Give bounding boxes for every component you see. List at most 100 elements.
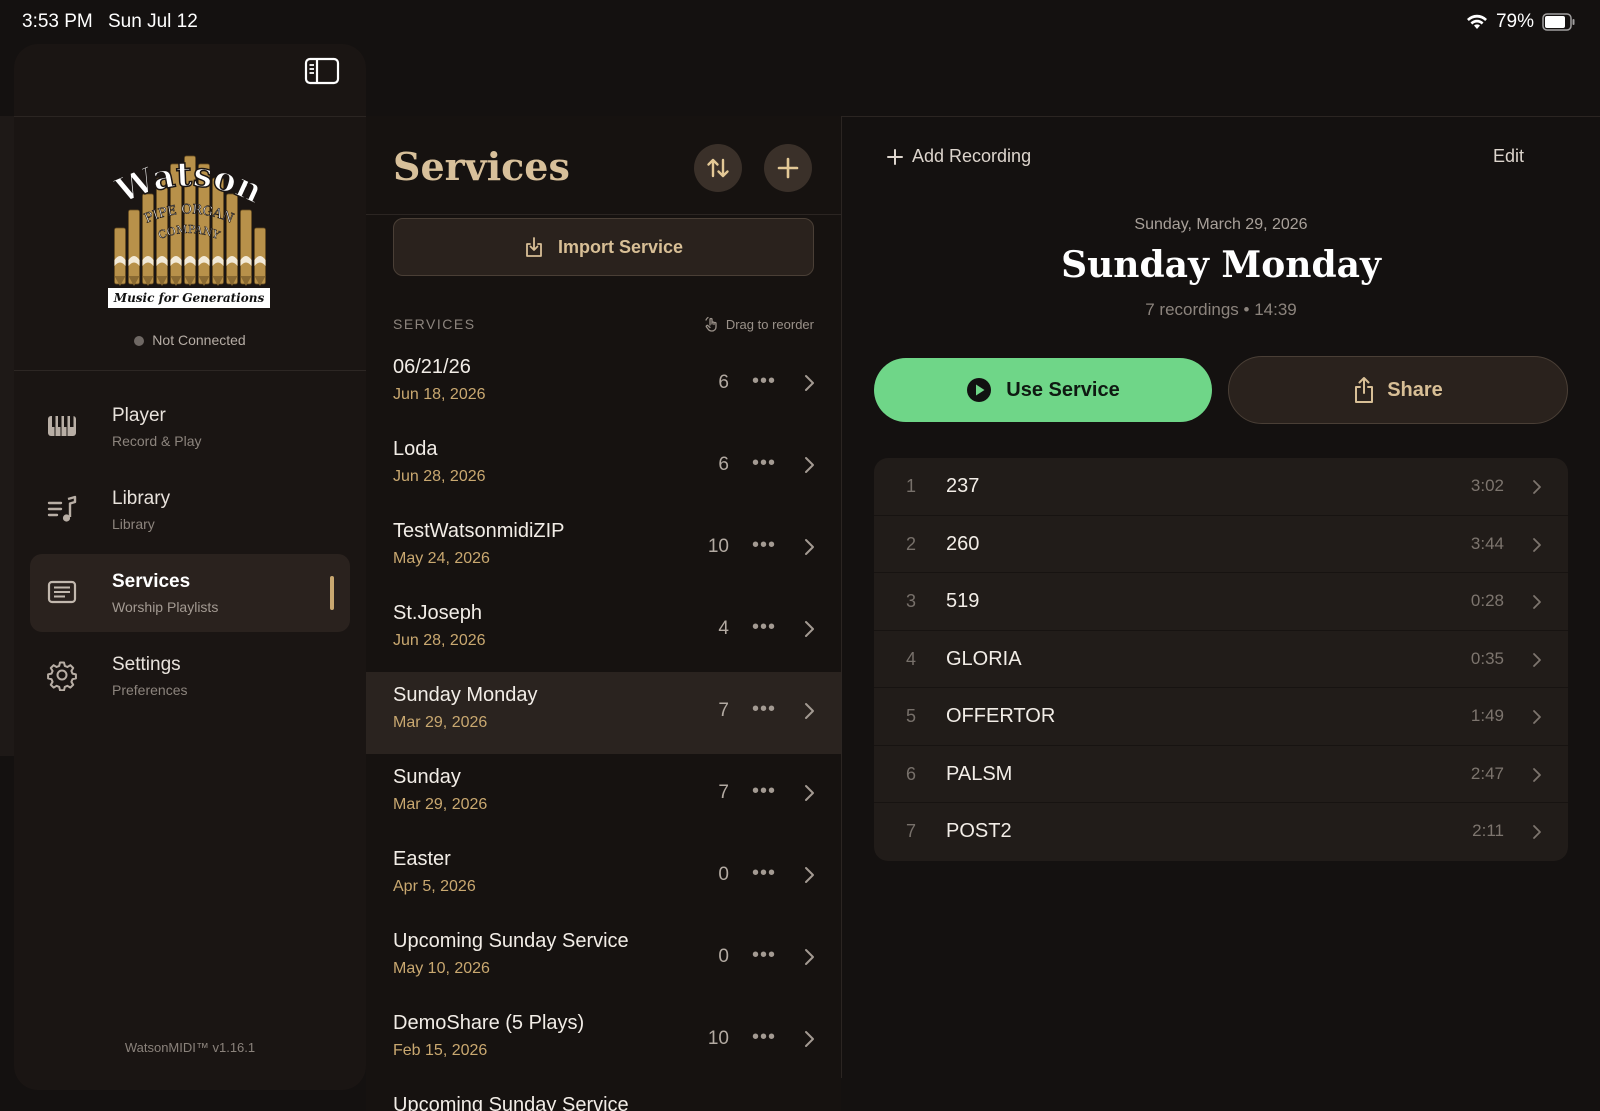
sidebar-item-subtitle: Record & Play: [112, 433, 202, 449]
logo-pipe: [240, 209, 252, 285]
service-name: Sunday Monday: [393, 684, 538, 706]
service-meta: 7 recordings • 14:39: [1145, 300, 1297, 319]
more-options-button[interactable]: •••: [752, 616, 776, 639]
track-number: 3: [906, 591, 917, 611]
more-options-button[interactable]: •••: [752, 944, 776, 967]
table-row[interactable]: 3 519 0:28: [874, 573, 1568, 631]
recording-count: 6: [718, 372, 729, 393]
more-options-button[interactable]: •••: [752, 698, 776, 721]
service-date: Jun 28, 2026: [393, 632, 486, 649]
plus-icon: [887, 148, 903, 165]
service-date: May 10, 2026: [393, 960, 490, 977]
service-name: 06/21/26: [393, 356, 471, 378]
use-service-button[interactable]: Use Service: [874, 358, 1212, 422]
track-number: 2: [906, 533, 917, 554]
service-name: Upcoming Sunday Service: [393, 1094, 629, 1111]
more-options-button[interactable]: •••: [752, 370, 776, 393]
status-date: Sun Jul 12: [108, 11, 198, 32]
table-row[interactable]: 4 GLORIA 0:35: [874, 631, 1568, 688]
more-options-button[interactable]: •••: [752, 862, 776, 885]
recording-count: 10: [707, 1028, 729, 1049]
chevron-right-icon: [1533, 710, 1541, 724]
chevron-right-icon: [805, 785, 814, 801]
sidebar-item-settings[interactable]: Settings Preferences: [30, 637, 350, 715]
sidebar: Watson PIPE ORGAN COMPANY Music for Gene…: [14, 44, 366, 1090]
more-options-button[interactable]: •••: [752, 780, 776, 803]
sort-button[interactable]: [694, 144, 742, 192]
import-icon: [526, 237, 542, 257]
sidebar-toggle-icon: [304, 57, 340, 85]
sidebar-divider: [14, 370, 366, 371]
table-row[interactable]: 5 OFFERTOR 1:49: [874, 688, 1568, 746]
use-service-label: Use Service: [1006, 378, 1120, 401]
list-item[interactable]: 06/21/26 Jun 18, 2026 6 •••: [366, 344, 841, 426]
list-item[interactable]: Sunday Mar 29, 2026 7 •••: [366, 754, 841, 836]
sidebar-item-player[interactable]: Player Record & Play: [30, 388, 350, 466]
chevron-right-icon: [1533, 537, 1541, 552]
sidebar-nav: Player Record & Play Library Library Ser…: [30, 388, 350, 720]
share-button[interactable]: Share: [1228, 356, 1568, 424]
list-item[interactable]: DemoShare (5 Plays) Feb 15, 2026 10 •••: [366, 1000, 841, 1082]
list-item[interactable]: TestWatsonmidiZIP May 24, 2026 10 •••: [366, 508, 841, 590]
chevron-right-icon: [805, 949, 814, 965]
list-item[interactable]: St.Joseph Jun 28, 2026 4 •••: [366, 590, 841, 672]
table-row[interactable]: 2 260 3:44: [874, 516, 1568, 573]
table-row[interactable]: 1 237 3:02: [874, 458, 1568, 516]
service-date: Apr 5, 2026: [393, 878, 476, 895]
recording-count: 4: [718, 618, 729, 639]
list-item[interactable]: Upcoming Sunday Service May 10, 2026 0 •…: [366, 918, 841, 1000]
app-version: WatsonMIDI™ v1.16.1: [124, 1040, 256, 1055]
sort-arrows-icon: [707, 158, 729, 178]
add-recording-button[interactable]: Add Recording: [886, 146, 1031, 167]
track-name: PALSM: [946, 762, 1013, 785]
sidebar-top-divider: [14, 116, 366, 117]
page-title: Services: [393, 144, 570, 189]
connection-dot-icon: [134, 336, 145, 346]
gear-icon: [47, 661, 77, 691]
track-number: 6: [906, 763, 917, 784]
track-duration: 2:11: [1472, 821, 1504, 840]
recording-count: 7: [718, 700, 729, 721]
more-options-button[interactable]: •••: [752, 452, 776, 475]
service-name: Easter: [393, 848, 451, 870]
more-options-button[interactable]: •••: [752, 534, 776, 557]
recording-count: 6: [718, 454, 729, 475]
edit-button[interactable]: Edit: [1493, 146, 1524, 167]
list-item[interactable]: Easter Apr 5, 2026 0 •••: [366, 836, 841, 918]
service-date: Mar 29, 2026: [393, 796, 488, 813]
sidebar-item-services[interactable]: Services Worship Playlists: [30, 554, 350, 632]
service-name: Upcoming Sunday Service: [393, 930, 629, 952]
recording-count: 0: [718, 864, 729, 885]
table-row[interactable]: 7 POST2 2:11: [874, 803, 1568, 861]
sidebar-item-subtitle: Library: [112, 516, 155, 532]
chevron-right-icon: [805, 703, 814, 719]
list-item[interactable]: Loda Jun 28, 2026 6 •••: [366, 426, 841, 508]
service-date: Jun 28, 2026: [393, 468, 486, 485]
add-service-button[interactable]: [764, 144, 812, 192]
track-duration: 3:44: [1470, 533, 1504, 553]
list-item-partial[interactable]: Upcoming Sunday Service: [366, 1082, 841, 1111]
table-row[interactable]: 6 PALSM 2:47: [874, 746, 1568, 803]
track-name: 237: [946, 475, 980, 497]
chevron-right-icon: [1533, 767, 1541, 782]
share-icon: [1355, 377, 1374, 403]
sidebar-item-library[interactable]: Library Library: [30, 471, 350, 549]
sidebar-item-title: Settings: [112, 654, 181, 675]
track-name: POST2: [946, 820, 1012, 842]
import-service-button[interactable]: Import Service: [393, 218, 814, 276]
logo-pipe: [128, 209, 140, 285]
list-header-divider: [366, 214, 841, 215]
list-item-selected[interactable]: Sunday Monday Mar 29, 2026 7 •••: [366, 672, 841, 754]
track-duration: 3:02: [1470, 476, 1504, 495]
status-bar: 3:53 PM Sun Jul 12 79%: [0, 0, 1600, 44]
more-options-button[interactable]: •••: [752, 1026, 776, 1049]
connection-status: Not Connected: [14, 332, 366, 348]
sidebar-toggle-button[interactable]: [304, 56, 344, 90]
logo-pipe: [142, 193, 154, 285]
drag-hint: Drag to reorder: [704, 316, 814, 332]
watson-logo: Watson PIPE ORGAN COMPANY Music for Gene…: [108, 154, 270, 308]
chevron-right-icon: [805, 457, 814, 473]
chevron-right-icon: [1533, 480, 1541, 494]
section-label: SERVICES: [393, 316, 476, 332]
hand-drag-icon: [705, 316, 717, 332]
